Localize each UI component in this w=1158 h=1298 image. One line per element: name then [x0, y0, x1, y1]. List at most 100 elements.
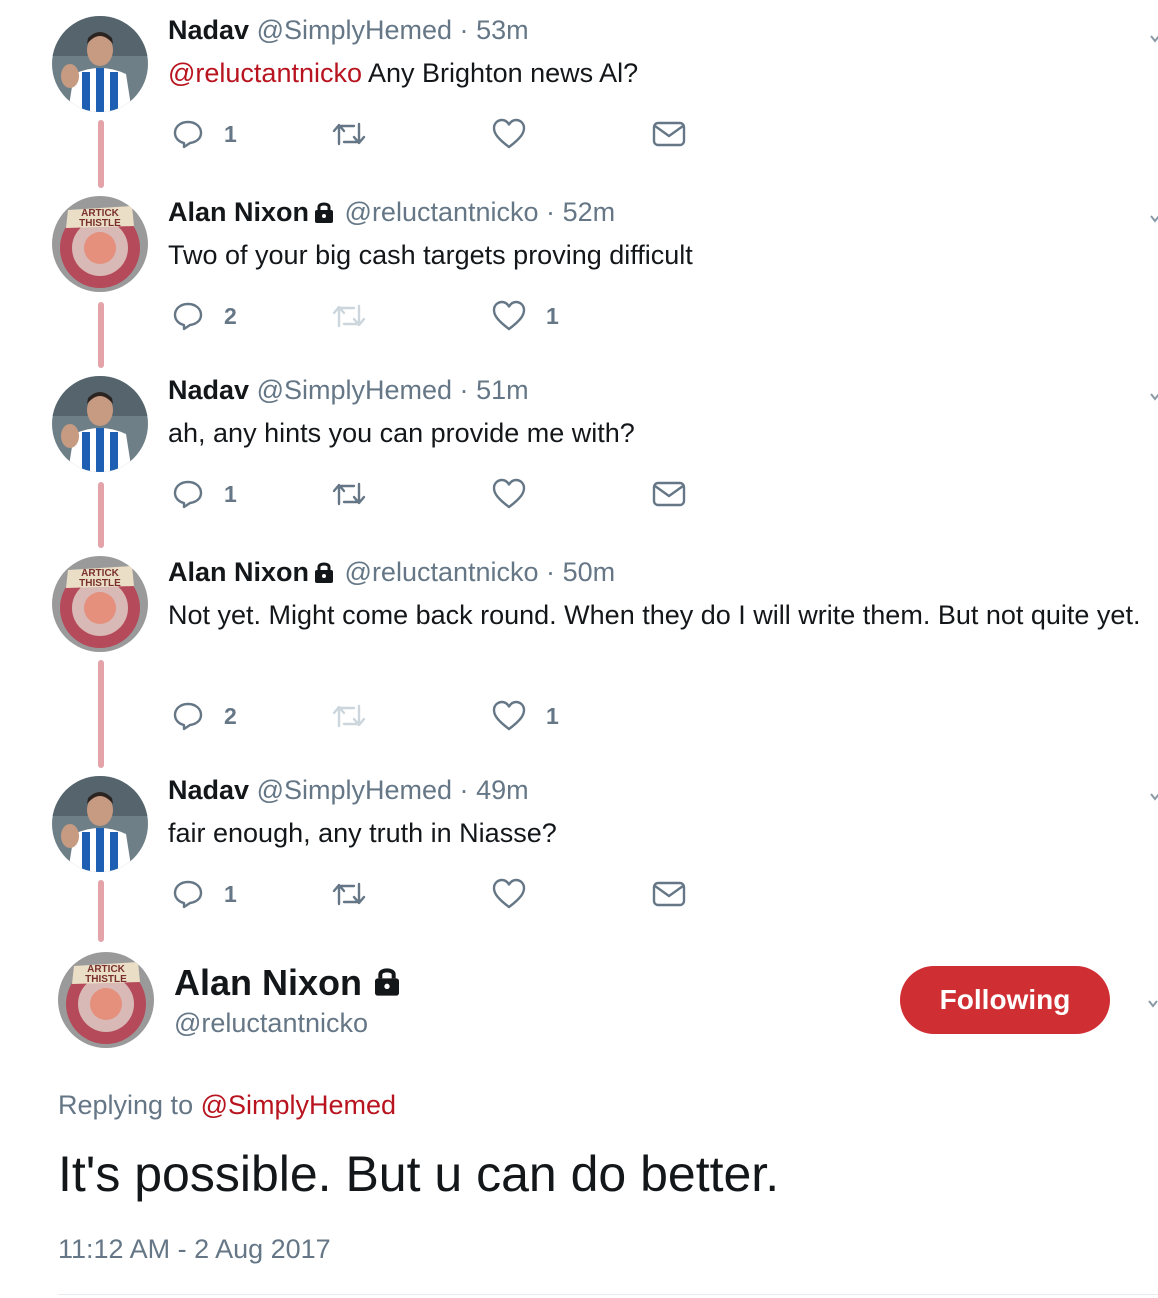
- lock-icon: [372, 964, 402, 1006]
- reply-icon: [173, 302, 203, 331]
- chevron-down-icon[interactable]: [1150, 788, 1158, 801]
- main-author-name[interactable]: Alan Nixon: [174, 962, 404, 1006]
- envelope-icon: [652, 481, 686, 507]
- reply-icon: [173, 480, 203, 509]
- heart-icon: [492, 700, 526, 731]
- chevron-down-icon[interactable]: [1150, 30, 1158, 43]
- like-button[interactable]: 1: [492, 296, 559, 336]
- svg-text:THISTLE: THISTLE: [79, 578, 121, 589]
- separator-dot: ·: [459, 15, 469, 45]
- like-button[interactable]: [492, 114, 526, 154]
- tweet-time[interactable]: 50m: [563, 557, 616, 587]
- avatar[interactable]: [52, 16, 148, 112]
- main-tweet-text: It's possible. But u can do better.: [58, 1146, 780, 1202]
- replying-to-link[interactable]: @SimplyHemed: [201, 1090, 396, 1120]
- like-count: 1: [546, 302, 559, 329]
- tweet-actions: 1: [168, 874, 728, 914]
- tweet-time[interactable]: 49m: [476, 775, 529, 805]
- chevron-down-icon[interactable]: [1150, 388, 1158, 401]
- svg-text:THISTLE: THISTLE: [85, 974, 127, 985]
- tweet-text: @reluctantnicko Any Brighton news Al?: [168, 53, 1153, 93]
- main-tweet-timestamp[interactable]: 11:12 AM - 2 Aug 2017: [58, 1234, 331, 1265]
- reply-count: 2: [224, 302, 237, 329]
- tweet-text: Two of your big cash targets proving dif…: [168, 240, 693, 270]
- retweet-icon: [332, 882, 366, 906]
- heart-icon: [492, 478, 526, 509]
- reply-icon: [173, 120, 203, 149]
- tweet-actions: 2 1: [168, 296, 728, 336]
- reply-button[interactable]: 1: [172, 874, 237, 914]
- thread-tweet[interactable]: Nadav @SimplyHemed · 49m fair enough, an…: [0, 760, 1158, 940]
- thread-tweet[interactable]: Nadav @SimplyHemed · 53m @reluctantnicko…: [0, 0, 1158, 180]
- main-author-name-text[interactable]: Alan Nixon: [174, 962, 362, 1003]
- reply-button[interactable]: 1: [172, 114, 237, 154]
- chevron-down-icon[interactable]: [1150, 210, 1158, 223]
- tweet-body: Any Brighton news Al?: [362, 58, 639, 88]
- separator-dot: ·: [546, 557, 556, 587]
- avatar[interactable]: ARTICK THISTLE: [52, 556, 148, 652]
- retweet-button[interactable]: [330, 474, 368, 514]
- retweet-button[interactable]: [330, 114, 368, 154]
- retweet-button[interactable]: [330, 874, 368, 914]
- tweet-text: Not yet. Might come back round. When the…: [168, 600, 1141, 630]
- like-button[interactable]: [492, 474, 526, 514]
- like-button[interactable]: 1: [492, 696, 559, 736]
- chevron-down-icon[interactable]: [1148, 995, 1158, 1013]
- separator-dot: ·: [459, 775, 469, 805]
- author-handle[interactable]: @SimplyHemed: [257, 775, 452, 805]
- avatar[interactable]: ARTICK THISTLE: [52, 196, 148, 292]
- thread-tweet[interactable]: ARTICK THISTLE Alan Nixon @reluctantnick…: [0, 182, 1158, 362]
- reply-count: 1: [224, 120, 237, 147]
- lock-icon: [313, 198, 335, 232]
- tweet-header: Alan Nixon @reluctantnicko · 52m: [168, 195, 615, 232]
- thread-tweet[interactable]: Nadav @SimplyHemed · 51m ah, any hints y…: [0, 360, 1158, 540]
- svg-text:THISTLE: THISTLE: [79, 218, 121, 229]
- author-handle[interactable]: @SimplyHemed: [257, 15, 452, 45]
- tweet-header: Nadav @SimplyHemed · 49m: [168, 773, 529, 807]
- author-name[interactable]: Nadav: [168, 15, 249, 45]
- tweet-header: Nadav @SimplyHemed · 53m: [168, 13, 529, 47]
- reply-count: 1: [224, 480, 237, 507]
- envelope-icon: [652, 881, 686, 907]
- tweet-time[interactable]: 52m: [563, 197, 616, 227]
- tweet-time[interactable]: 51m: [476, 375, 529, 405]
- main-author-handle[interactable]: @reluctantnicko: [174, 1008, 368, 1039]
- mention-link[interactable]: @reluctantnicko: [168, 58, 362, 88]
- like-count: 1: [546, 702, 559, 729]
- avatar[interactable]: [52, 376, 148, 472]
- reply-count: 1: [224, 880, 237, 907]
- dm-button[interactable]: [652, 114, 686, 154]
- retweet-icon: [332, 482, 366, 506]
- separator-dot: ·: [459, 375, 469, 405]
- reply-icon: [173, 702, 203, 731]
- dm-button[interactable]: [652, 874, 686, 914]
- main-avatar[interactable]: ARTICK THISTLE: [58, 952, 154, 1048]
- tweet-actions: 2 1: [168, 696, 728, 736]
- following-button[interactable]: Following: [900, 966, 1110, 1034]
- reply-icon: [173, 880, 203, 909]
- replying-prefix: Replying to: [58, 1090, 201, 1120]
- avatar[interactable]: [52, 776, 148, 872]
- heart-icon: [492, 300, 526, 331]
- author-handle[interactable]: @SimplyHemed: [257, 375, 452, 405]
- thread-tweet[interactable]: ARTICK THISTLE Alan Nixon @reluctantnick…: [0, 542, 1158, 762]
- reply-button[interactable]: 1: [172, 474, 237, 514]
- tweet-text: ah, any hints you can provide me with?: [168, 418, 635, 448]
- replying-to: Replying to @SimplyHemed: [58, 1090, 396, 1121]
- like-button[interactable]: [492, 874, 526, 914]
- author-name[interactable]: Alan Nixon: [168, 557, 309, 587]
- lock-icon: [313, 558, 335, 592]
- author-name[interactable]: Alan Nixon: [168, 197, 309, 227]
- author-name[interactable]: Nadav: [168, 375, 249, 405]
- divider: [58, 1294, 1158, 1295]
- reply-button[interactable]: 2: [172, 296, 237, 336]
- author-handle[interactable]: @reluctantnicko: [345, 197, 539, 227]
- tweet-time[interactable]: 53m: [476, 15, 529, 45]
- author-name[interactable]: Nadav: [168, 775, 249, 805]
- envelope-icon: [652, 121, 686, 147]
- reply-button[interactable]: 2: [172, 696, 237, 736]
- author-handle[interactable]: @reluctantnicko: [345, 557, 539, 587]
- heart-icon: [492, 878, 526, 909]
- heart-icon: [492, 118, 526, 149]
- dm-button[interactable]: [652, 474, 686, 514]
